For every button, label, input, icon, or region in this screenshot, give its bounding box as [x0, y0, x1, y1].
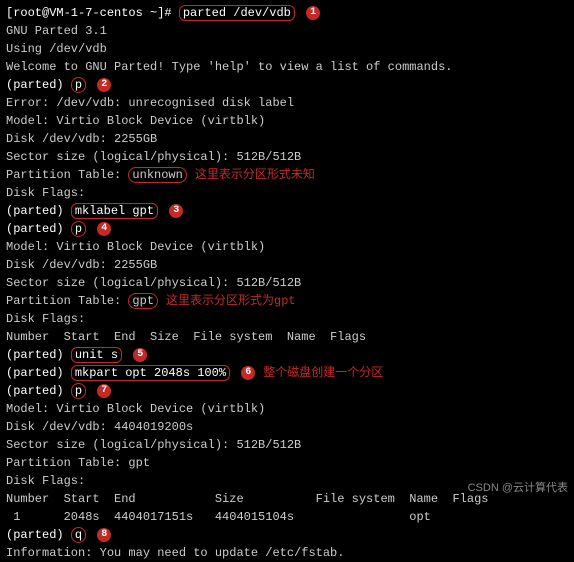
- note-whole: 整个磁盘创建一个分区: [263, 366, 383, 380]
- sector-line-1: Sector size (logical/physical): 512B/512…: [6, 148, 568, 166]
- marker-6: 6: [241, 366, 255, 380]
- flags-line-2: Disk Flags:: [6, 310, 568, 328]
- pt-value-gpt: gpt: [128, 293, 158, 309]
- cmd-mklabel: mklabel gpt: [71, 203, 158, 219]
- parted-p-1: (parted) p 2: [6, 76, 568, 94]
- model-line-2: Model: Virtio Block Device (virtblk): [6, 238, 568, 256]
- parted-prompt: (parted): [6, 528, 64, 542]
- parted-prompt: (parted): [6, 348, 64, 362]
- pt-value-unknown: unknown: [128, 167, 186, 183]
- parted-prompt: (parted): [6, 78, 64, 92]
- parted-mklabel: (parted) mklabel gpt 3: [6, 202, 568, 220]
- parted-unit: (parted) unit s 5: [6, 346, 568, 364]
- using-line: Using /dev/vdb: [6, 40, 568, 58]
- model-line-1: Model: Virtio Block Device (virtblk): [6, 112, 568, 130]
- cmd-p-1: p: [71, 77, 86, 93]
- parted-quit: (parted) q 8: [6, 526, 568, 544]
- marker-1: 1: [306, 6, 320, 20]
- disk-line-1: Disk /dev/vdb: 2255GB: [6, 130, 568, 148]
- pt-line-gpt-2: Partition Table: gpt: [6, 454, 568, 472]
- disk-line-3: Disk /dev/vdb: 4404019200s: [6, 418, 568, 436]
- parted-prompt: (parted): [6, 204, 64, 218]
- table-header-1: Number Start End Size File system Name F…: [6, 328, 568, 346]
- sector-line-3: Sector size (logical/physical): 512B/512…: [6, 436, 568, 454]
- marker-4: 4: [97, 222, 111, 236]
- cmd-p-2: p: [71, 221, 86, 237]
- pt-label: Partition Table:: [6, 168, 128, 182]
- marker-7: 7: [97, 384, 111, 398]
- cmd-unit: unit s: [71, 347, 122, 363]
- disk-line-2: Disk /dev/vdb: 2255GB: [6, 256, 568, 274]
- cmd-parted: parted /dev/vdb: [179, 5, 295, 21]
- parted-mkpart: (parted) mkpart opt 2048s 100% 6 整个磁盘创建一个…: [6, 364, 568, 382]
- parted-p-3: (parted) p 7: [6, 382, 568, 400]
- parted-prompt: (parted): [6, 366, 64, 380]
- error-line: Error: /dev/vdb: unrecognised disk label: [6, 94, 568, 112]
- cmd-quit: q: [71, 527, 86, 543]
- pt-value-gpt-2: gpt: [128, 456, 150, 470]
- sector-line-2: Sector size (logical/physical): 512B/512…: [6, 274, 568, 292]
- note-gpt: 这里表示分区形式为gpt: [166, 294, 296, 308]
- marker-8: 8: [97, 528, 111, 542]
- marker-3: 3: [169, 204, 183, 218]
- cmd-p-3: p: [71, 383, 86, 399]
- pt-line-gpt: Partition Table: gpt 这里表示分区形式为gpt: [6, 292, 568, 310]
- cmd-mkpart: mkpart opt 2048s 100%: [71, 365, 230, 381]
- shell-prompt: [root@VM-1-7-centos ~]#: [6, 6, 172, 20]
- watermark: CSDN @云计算代表: [468, 480, 568, 497]
- pt-label: Partition Table:: [6, 456, 128, 470]
- pt-label: Partition Table:: [6, 294, 128, 308]
- shell-line-1: [root@VM-1-7-centos ~]# parted /dev/vdb …: [6, 4, 568, 22]
- table-row: 1 2048s 4404017151s 4404015104s opt: [6, 508, 568, 526]
- parted-prompt: (parted): [6, 222, 64, 236]
- welcome-line: Welcome to GNU Parted! Type 'help' to vi…: [6, 58, 568, 76]
- model-line-3: Model: Virtio Block Device (virtblk): [6, 400, 568, 418]
- note-unknown: 这里表示分区形式未知: [195, 168, 315, 182]
- parted-p-2: (parted) p 4: [6, 220, 568, 238]
- marker-5: 5: [133, 348, 147, 362]
- info-line: Information: You may need to update /etc…: [6, 544, 568, 562]
- flags-line-1: Disk Flags:: [6, 184, 568, 202]
- pt-line-unknown: Partition Table: unknown 这里表示分区形式未知: [6, 166, 568, 184]
- marker-2: 2: [97, 78, 111, 92]
- parted-prompt: (parted): [6, 384, 64, 398]
- gnu-line: GNU Parted 3.1: [6, 22, 568, 40]
